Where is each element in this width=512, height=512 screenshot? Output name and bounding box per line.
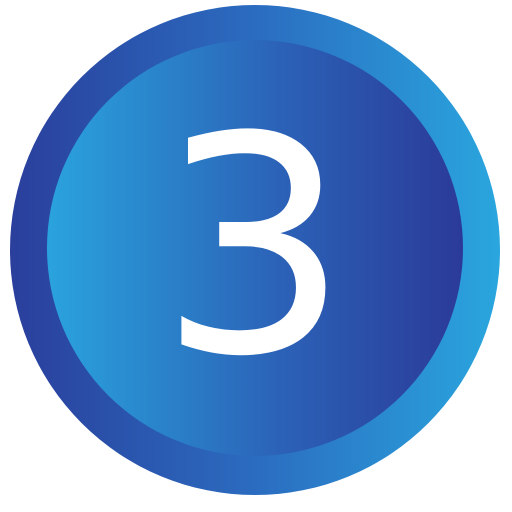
number-badge: 3 [0, 0, 512, 512]
badge-number: 3 [158, 73, 350, 422]
